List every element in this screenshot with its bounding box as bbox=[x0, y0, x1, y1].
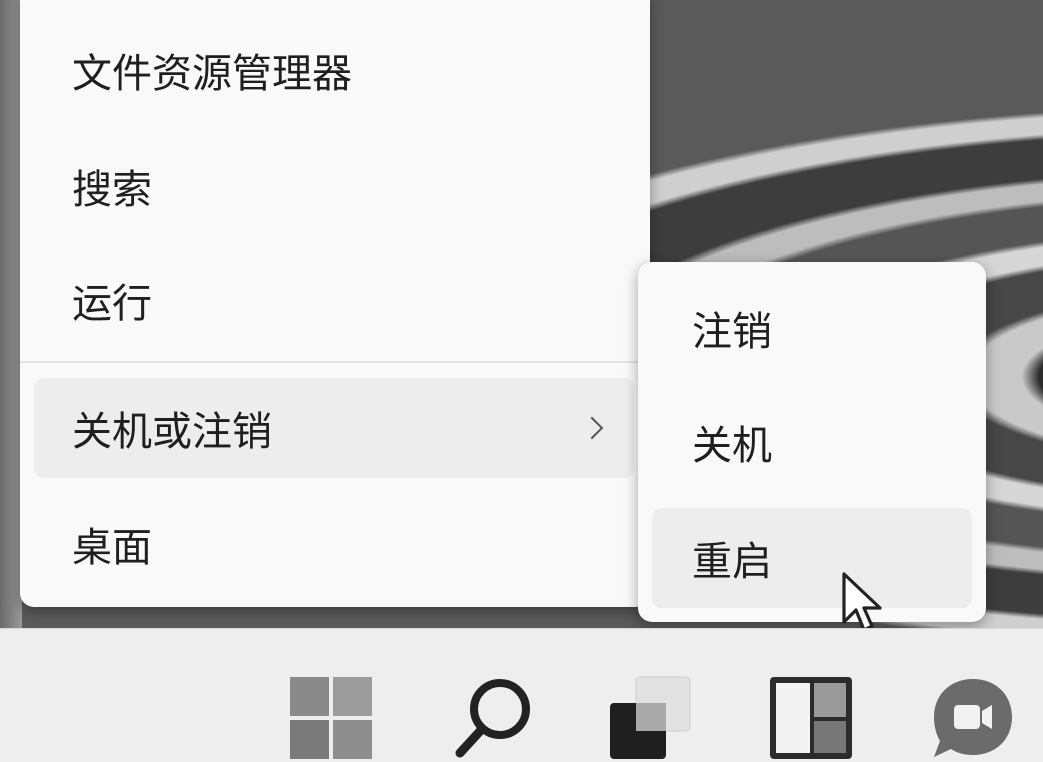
menu-item-label: 运行 bbox=[72, 281, 152, 327]
search-icon[interactable] bbox=[452, 675, 538, 761]
submenu-item-label: 重启 bbox=[692, 539, 772, 585]
menu-divider bbox=[20, 361, 650, 363]
submenu-item-restart[interactable]: 重启 bbox=[652, 508, 972, 608]
widgets-icon[interactable] bbox=[768, 675, 854, 761]
chevron-right-icon bbox=[580, 416, 604, 440]
submenu-item-signout[interactable]: 注销 bbox=[652, 278, 972, 378]
wallpaper-edge bbox=[0, 0, 22, 628]
menu-item-run[interactable]: 运行 bbox=[34, 250, 634, 350]
taskbar bbox=[0, 628, 1043, 762]
submenu-item-label: 注销 bbox=[692, 309, 772, 355]
task-view-icon[interactable] bbox=[606, 675, 692, 761]
menu-item-shutdown-or-signout[interactable]: 关机或注销 bbox=[34, 378, 634, 478]
submenu-item-shutdown[interactable]: 关机 bbox=[652, 392, 972, 492]
context-menu: 文件资源管理器 搜索 运行 关机或注销 桌面 bbox=[20, 0, 650, 607]
submenu-item-label: 关机 bbox=[692, 423, 772, 469]
menu-item-label: 关机或注销 bbox=[72, 409, 272, 455]
start-icon[interactable] bbox=[288, 675, 374, 761]
menu-item-file-explorer[interactable]: 文件资源管理器 bbox=[34, 20, 634, 120]
menu-item-search[interactable]: 搜索 bbox=[34, 136, 634, 236]
menu-item-label: 搜索 bbox=[72, 167, 152, 213]
menu-item-label: 桌面 bbox=[72, 525, 152, 571]
menu-item-desktop[interactable]: 桌面 bbox=[34, 494, 634, 594]
chat-icon[interactable] bbox=[930, 675, 1016, 761]
shutdown-submenu: 注销 关机 重启 bbox=[638, 262, 986, 622]
menu-item-label: 文件资源管理器 bbox=[72, 51, 352, 97]
